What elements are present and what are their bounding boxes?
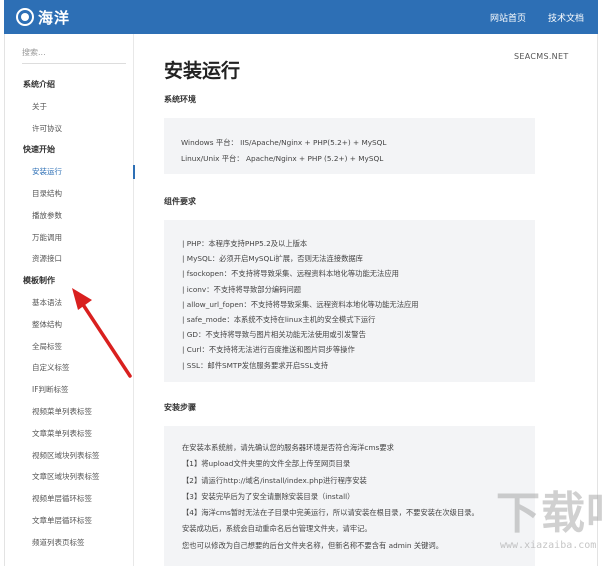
sidebar-section-heading[interactable]: 模板制作 [14,270,134,292]
page-title: 安装运行 [164,60,241,82]
step-line: 安装成功后，系统会自动重命名后台管理文件夹，请牢记。 [182,524,372,534]
component-line: | fsockopen：不支持将导致采集、远程资料本地化等功能无法应用 [182,269,399,279]
sidebar-item[interactable]: 全局标签 [14,336,134,358]
sidebar-item[interactable]: IF判断标签 [14,379,134,401]
component-line: | Curl：不支持将无法进行百度推送和图片同步等操作 [182,345,355,355]
step-line: 【2】请运行http://域名/install/index.php进行程序安装 [182,475,367,485]
component-line: | iconv：不支持将导致部分编码问题 [182,284,302,294]
logo-text: 海洋 [38,8,71,27]
steps-code-box: 在安装本系统前，请先确认您的服务器环境是否符合海洋cms要求 【1】将upload… [164,426,535,566]
logo-icon [16,8,34,26]
component-line: | allow_url_fopen：不支持将导致采集、远程资料本地化等功能无法应… [182,299,419,309]
step-line: 在安装本系统前，请先确认您的服务器环境是否符合海洋cms要求 [182,443,394,452]
top-nav: 网站首页 技术文档 [468,0,584,34]
component-line: | MySQL：必须开启MySQLi扩展，否则无法连接数据库 [182,254,363,264]
section-title-env: 系统环境 [164,95,196,104]
component-line: | safe_mode：本系统不支持在linux主机的安全模式下运行 [182,315,376,325]
sidebar-section-heading[interactable]: 系统介绍 [14,74,134,96]
env-line: Linux/Unix 平台： Apache/Nginx + PHP (5.2+)… [181,153,384,163]
step-line: 【3】安装完毕后为了安全请删除安装目录（install） [182,491,355,501]
search-input[interactable] [22,42,126,64]
section-title-components: 组件要求 [164,197,196,206]
sidebar-item[interactable]: 目录结构 [14,183,134,205]
sidebar-item[interactable]: 资源接口 [14,248,134,270]
site-tag: SEACMS.NET [514,52,569,61]
watermark-url: www.xiazaiba.com [500,540,597,551]
sidebar-item[interactable]: 视频菜单列表标签 [14,401,134,423]
sidebar-item[interactable]: 关于 [14,96,134,118]
sidebar-item-active[interactable]: 安装运行 [14,161,135,183]
sidebar-section-heading[interactable]: 快速开始 [14,139,134,161]
nav-link-home[interactable]: 网站首页 [490,11,526,24]
sidebar-item[interactable]: 许可协议 [14,118,134,140]
sidebar-item[interactable]: 文章区域块列表标签 [14,466,134,488]
top-navbar: 海洋 网站首页 技术文档 [4,0,598,34]
nav-link-docs[interactable]: 技术文档 [548,11,584,24]
component-line: | SSL：邮件SMTP发信服务要求开启SSL支持 [182,360,329,370]
component-line: | PHP：本程序支持PHP5.2及以上版本 [182,239,308,248]
sidebar-item[interactable]: 视频单层循环标签 [14,488,134,510]
sidebar-nav: 系统介绍 关于 许可协议 快速开始 安装运行 目录结构 播放参数 万能调用 资源接口 模板制作 基本… [14,74,135,554]
sidebar-item[interactable]: 频道列表页标签 [14,532,134,554]
sidebar-item[interactable]: 文章菜单列表标签 [14,423,134,445]
component-line: | GD：不支持将导致与图片相关功能无法使用或引发警告 [182,330,366,340]
sidebar-item[interactable]: 整体结构 [14,314,134,336]
watermark: 下载吧 www.xiazaiba.com [496,490,602,564]
step-line: 您也可以修改为自己想要的后台文件夹名称，但新名称不要含有 admin 关键词。 [182,540,443,550]
sidebar-item[interactable]: 自定义标签 [14,357,134,379]
section-title-steps: 安装步骤 [164,403,196,412]
sidebar-item[interactable]: 视频区域块列表标签 [14,445,134,467]
site-logo[interactable]: 海洋 [16,6,70,28]
sidebar-item[interactable]: 万能调用 [14,227,134,249]
components-code-box: | PHP：本程序支持PHP5.2及以上版本 | MySQL：必须开启MySQLi… [164,220,535,382]
env-line: Windows 平台： IIS/Apache/Nginx + PHP(5.2+)… [181,138,387,147]
env-code-box: Windows 平台： IIS/Apache/Nginx + PHP(5.2+)… [164,118,535,174]
step-line: 【1】将upload文件夹里的文件全部上传至网页目录 [182,459,351,469]
sidebar-item[interactable]: 文章单层循环标签 [14,510,134,532]
watermark-text: 下载吧 [496,488,602,539]
step-line: 【4】海洋cms暂时无法在子目录中完美运行，所以请安装在根目录，不要安装在次级目… [182,508,479,518]
sidebar-item[interactable]: 基本语法 [14,292,134,314]
sidebar: 系统介绍关于许可协议快速开始安装运行目录结构播放参数万能调用资源接口模板制作基本… [14,34,135,566]
sidebar-item[interactable]: 播放参数 [14,205,134,227]
